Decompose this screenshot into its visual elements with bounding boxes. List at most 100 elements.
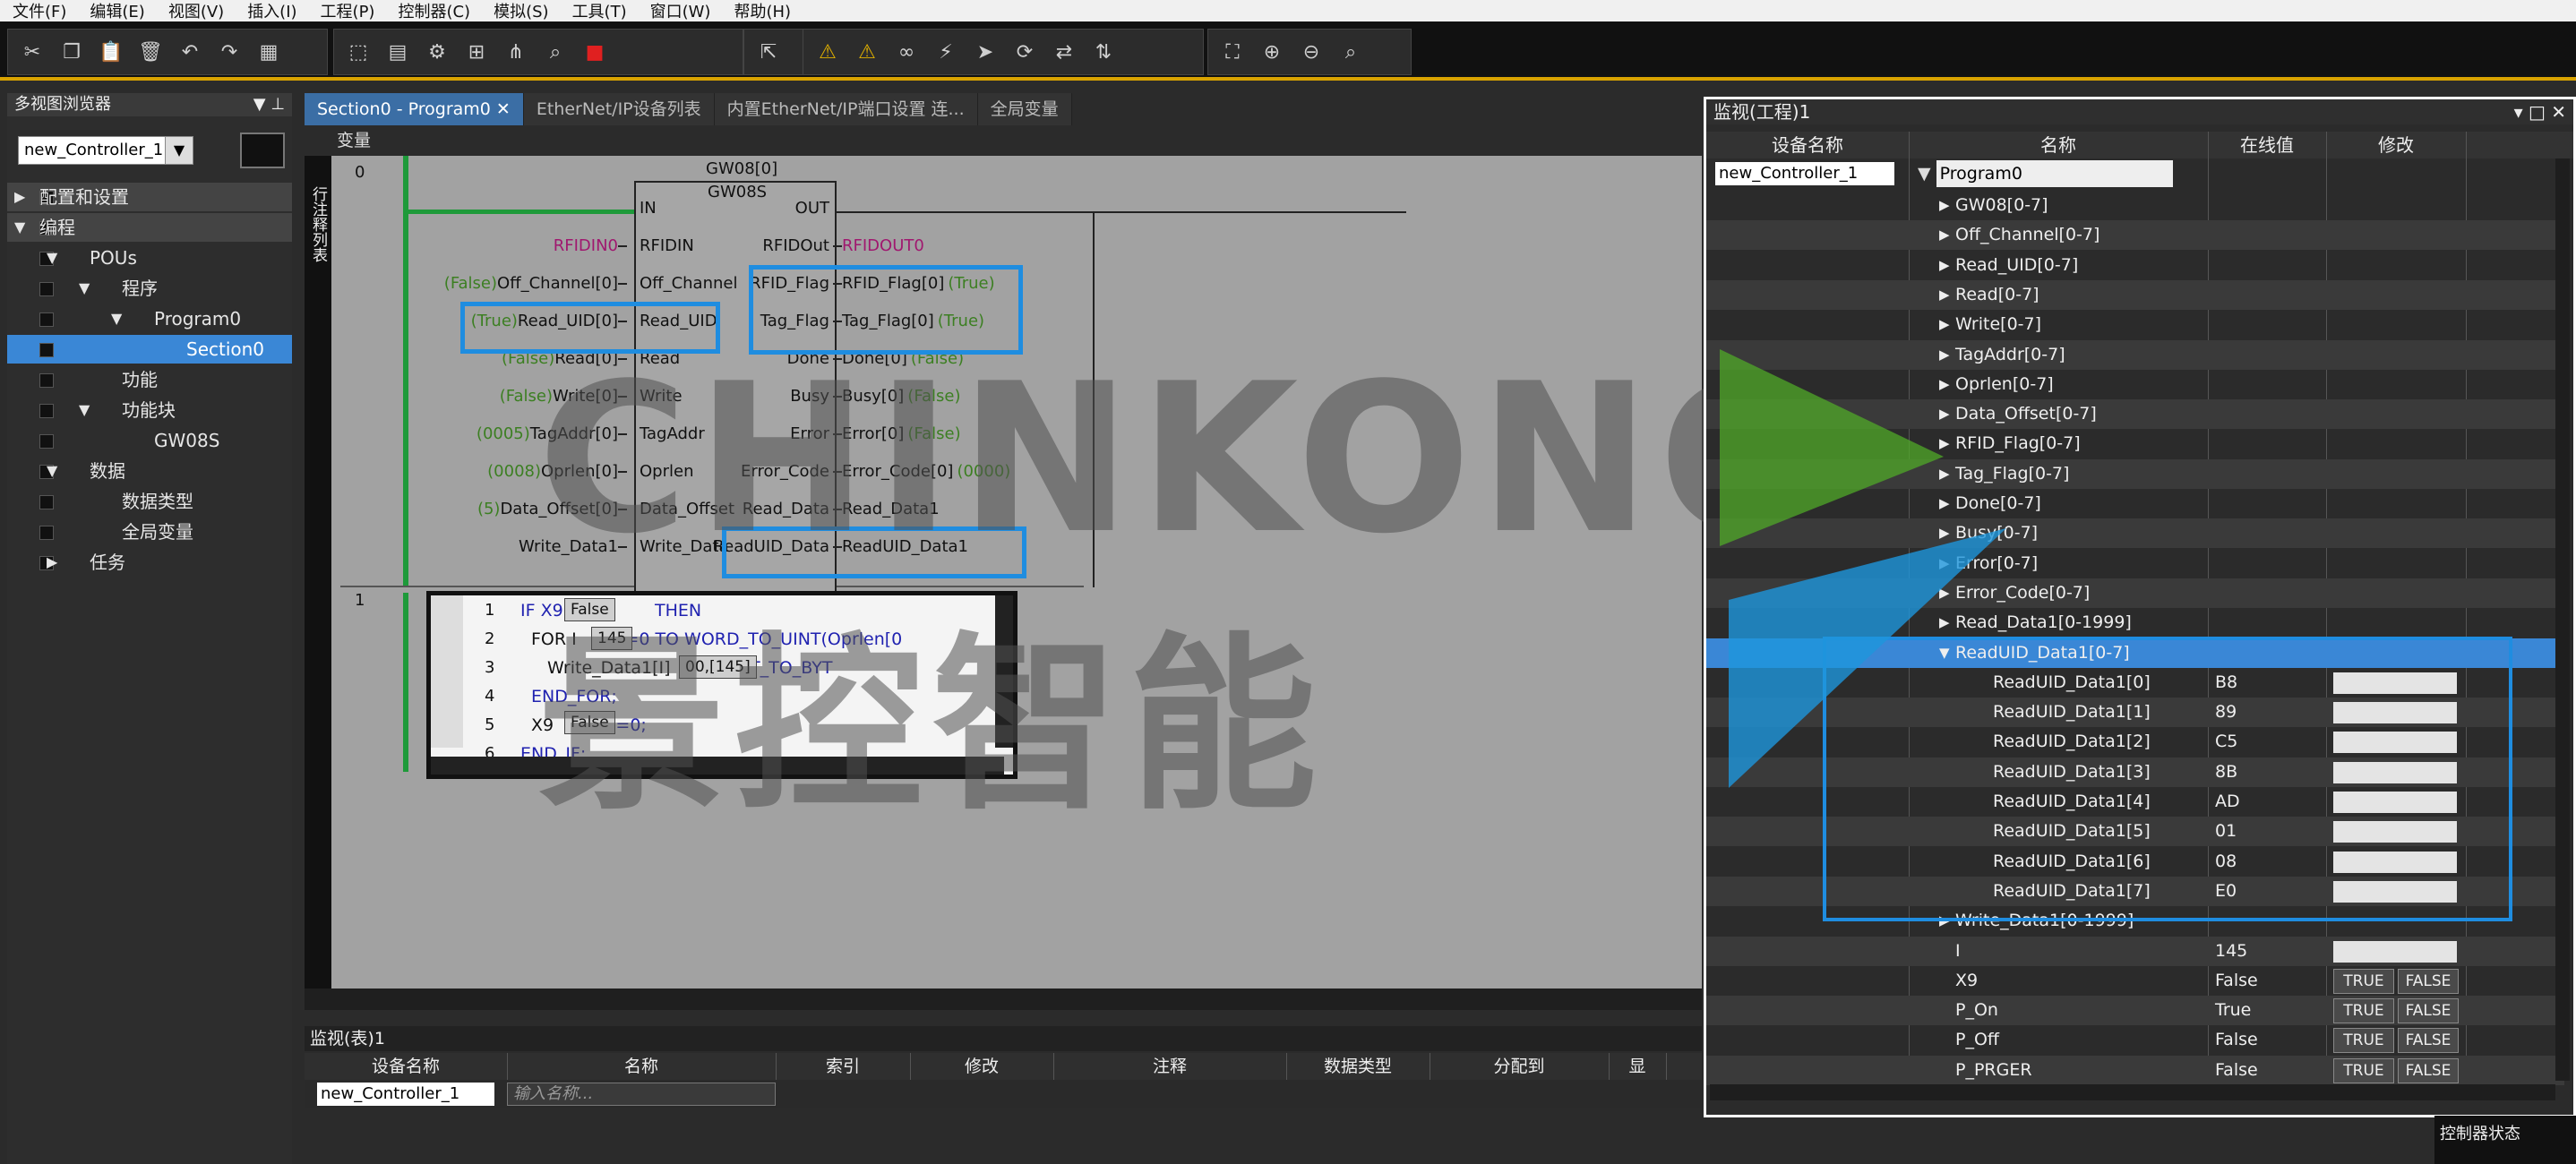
online-icon[interactable]: ⇱ — [751, 35, 786, 69]
tree-item[interactable]: GW08S — [7, 426, 292, 455]
tree-checkbox[interactable] — [39, 312, 54, 327]
paste-icon[interactable]: 📋 — [94, 35, 128, 69]
set-false-button[interactable]: FALSE — [2398, 998, 2459, 1024]
editor-tab[interactable]: 内置EtherNet/IP端口设置 连... — [714, 93, 978, 125]
menu-item[interactable]: 视图(V) — [168, 0, 224, 22]
chevron-right-icon[interactable]: ▶ — [1939, 251, 1950, 280]
chevron-down-icon[interactable]: ▼ — [165, 137, 193, 164]
project-watch-col-header[interactable]: 修改 — [2326, 132, 2466, 158]
set-false-button[interactable]: FALSE — [2398, 1028, 2459, 1054]
bottom-watch-col-header[interactable]: 索引 — [776, 1053, 911, 1080]
glasses-icon[interactable]: ∞ — [889, 35, 923, 69]
force-icon[interactable]: ⚡ — [929, 35, 963, 69]
3d-view-icon[interactable]: ⬚ — [341, 35, 375, 69]
delete-icon[interactable]: 🗑 — [133, 35, 167, 69]
tree-item[interactable]: 数据类型 — [7, 487, 292, 516]
tree-item[interactable]: ▼ 程序 — [7, 274, 292, 303]
watch-modify-input[interactable] — [2333, 940, 2457, 963]
fit-icon[interactable]: ⛶ — [1215, 35, 1249, 69]
controller-select[interactable]: new_Controller_1 ▼ — [18, 136, 193, 165]
compile-icon[interactable]: ⚙ — [420, 35, 454, 69]
sync-icon[interactable]: ⇅ — [1086, 35, 1121, 69]
tree-item[interactable]: 全局变量 — [7, 518, 292, 546]
bottom-watch-name-input[interactable]: 输入名称... — [507, 1083, 776, 1106]
bottom-watch-col-header[interactable]: 设备名称 — [305, 1053, 508, 1080]
set-true-button[interactable]: TRUE — [2333, 1028, 2394, 1054]
tree-arrow-icon[interactable]: ▼ — [14, 213, 25, 242]
tree-arrow-icon[interactable]: ▶ — [47, 548, 57, 577]
tree-checkbox[interactable] — [39, 434, 54, 449]
tree-arrow-icon[interactable]: ▼ — [79, 274, 90, 303]
build-icon[interactable]: ▤ — [381, 35, 415, 69]
bottom-watch-col-header[interactable]: 分配到 — [1430, 1053, 1610, 1080]
chevron-right-icon[interactable]: ▶ — [1939, 220, 1950, 250]
watch-row[interactable]: ▶ Read[0-7] — [1706, 279, 2564, 310]
line-comment-strip[interactable] — [305, 156, 331, 989]
program-root[interactable]: ▼ Program0 — [1918, 160, 2204, 187]
tree-checkbox[interactable] — [39, 404, 54, 418]
fb-input-var[interactable]: RFIDIN0 — [554, 236, 627, 255]
project-watch-vscroll[interactable] — [2555, 158, 2570, 1081]
editor-tab[interactable]: EtherNet/IP设备列表 — [523, 93, 715, 125]
tree-item[interactable]: ▶ 配置和设置 — [7, 183, 292, 211]
tree-arrow-icon[interactable]: ▼ — [79, 396, 90, 424]
chevron-down-icon[interactable]: ▼ — [1918, 164, 1936, 184]
bottom-watch-col-header[interactable]: 数据类型 — [1286, 1053, 1430, 1080]
menu-item[interactable]: 帮助(H) — [734, 0, 791, 22]
tree-checkbox[interactable] — [39, 526, 54, 540]
tree-item[interactable]: 功能 — [7, 365, 292, 394]
watch-row[interactable]: ▶ Off_Channel[0-7] — [1706, 220, 2564, 251]
menu-item[interactable]: 插入(I) — [247, 0, 296, 22]
tree-checkbox[interactable] — [39, 373, 54, 388]
bottom-watch-col-header[interactable]: 修改 — [910, 1053, 1054, 1080]
tree-item[interactable]: ▼ 编程 — [7, 213, 292, 242]
set-false-button[interactable]: FALSE — [2398, 1057, 2459, 1083]
tree-item[interactable]: ▼ Program0 — [7, 304, 292, 333]
menu-item[interactable]: 工程(P) — [321, 0, 375, 22]
redo-icon[interactable]: ↷ — [212, 35, 246, 69]
editor-tab[interactable]: Section0 - Program0 ✕ — [305, 93, 524, 125]
project-watch-col-header[interactable]: 名称 — [1909, 132, 2208, 158]
zoom-reset-icon[interactable]: ⌕ — [1334, 35, 1368, 69]
tree-item[interactable]: ▼ 数据 — [7, 457, 292, 485]
project-watch-hscroll[interactable] — [1710, 1084, 2555, 1100]
tree-item[interactable]: ▼ 功能块 — [7, 396, 292, 424]
zoom-out-icon[interactable]: ⊖ — [1294, 35, 1328, 69]
warning-icon[interactable]: ⚠ — [811, 35, 845, 69]
set-true-button[interactable]: TRUE — [2333, 998, 2394, 1024]
transfer-icon[interactable]: ⇄ — [1047, 35, 1081, 69]
arrow-icon[interactable]: ➤ — [968, 35, 1002, 69]
watch-row[interactable]: ▶ Write[0-7] — [1706, 310, 2564, 339]
set-false-button[interactable]: FALSE — [2398, 968, 2459, 994]
bottom-watch-col-header[interactable]: 显 — [1609, 1053, 1667, 1080]
network-icon[interactable]: ⊞ — [459, 35, 494, 69]
window-controls-icon[interactable]: ▾ □ ✕ — [2514, 99, 2566, 124]
editor-tab[interactable]: 全局变量 — [977, 93, 1072, 125]
editor-hscroll[interactable] — [305, 989, 1702, 1010]
menu-item[interactable]: 控制器(C) — [398, 0, 470, 22]
chevron-right-icon[interactable]: ▶ — [1939, 191, 1950, 220]
watch-row[interactable]: P_PRGER False TRUE FALSE — [1706, 1055, 2564, 1085]
controller-status[interactable]: 控制器状态 — [2434, 1116, 2576, 1164]
menu-item[interactable]: 工具(T) — [572, 0, 627, 22]
tree-item[interactable]: ▶ 任务 — [7, 548, 292, 577]
fb-output-var[interactable]: RFIDOUT0 — [833, 236, 924, 255]
project-watch-col-header[interactable]: 设备名称 — [1706, 132, 1909, 158]
watch-row[interactable]: P_On True TRUE FALSE — [1706, 996, 2564, 1026]
pin-icon[interactable]: ▼ ⊥ — [253, 93, 285, 116]
project-watch-col-header[interactable]: 在线值 — [2208, 132, 2326, 158]
set-true-button[interactable]: TRUE — [2333, 968, 2394, 994]
chevron-right-icon[interactable]: ▶ — [1939, 280, 1950, 310]
project-watch-device[interactable]: new_Controller_1 — [1715, 162, 1894, 185]
undo-icon[interactable]: ↶ — [173, 35, 207, 69]
variable-bar[interactable]: 变量 — [305, 127, 1702, 154]
bottom-watch-device[interactable]: new_Controller_1 — [317, 1083, 494, 1106]
bottom-watch-col-header[interactable]: 注释 — [1053, 1053, 1287, 1080]
watch-row[interactable]: P_Off False TRUE FALSE — [1706, 1025, 2564, 1055]
watch-row[interactable]: ▶ GW08[0-7] — [1706, 191, 2564, 220]
tree-item[interactable]: ▼ POUs — [7, 244, 292, 272]
set-true-button[interactable]: TRUE — [2333, 1057, 2394, 1083]
clipboard-icon[interactable]: ▦ — [252, 35, 286, 69]
bottom-watch-col-header[interactable]: 名称 — [507, 1053, 777, 1080]
tree-icon[interactable]: ⋔ — [499, 35, 533, 69]
